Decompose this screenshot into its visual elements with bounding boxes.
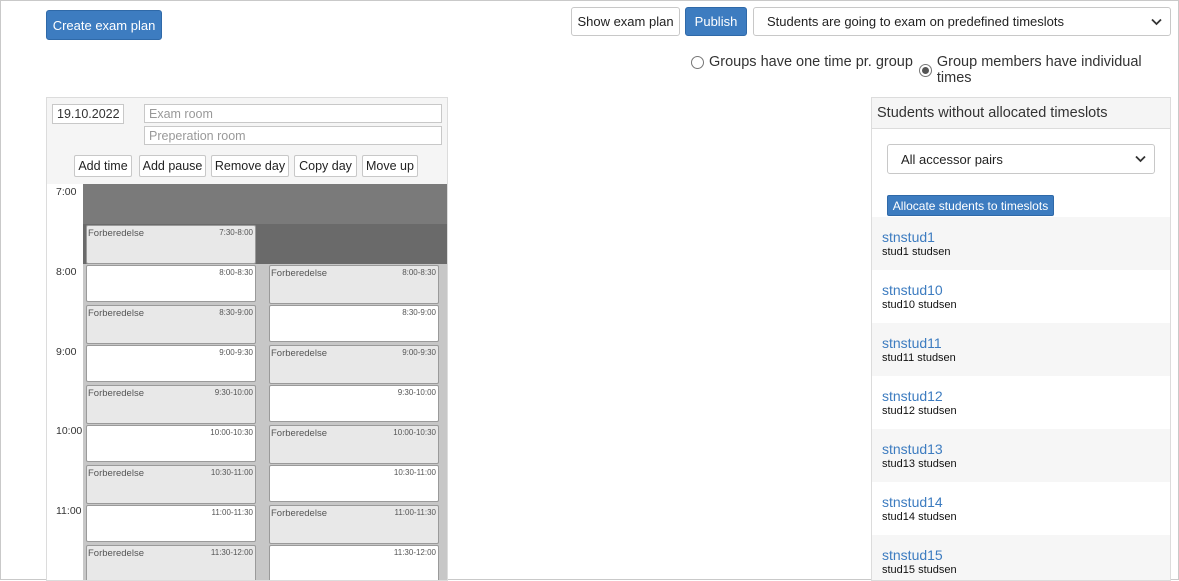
exam-room-input[interactable]: Exam room	[144, 104, 442, 123]
timeslot-preparation[interactable]: Forberedelse 10:30-11:00	[86, 465, 256, 504]
slot-time: 10:00-10:30	[210, 428, 253, 437]
exam-mode-select-value: Students are going to exam on predefined…	[767, 14, 1065, 29]
slot-time: 8:30-9:00	[219, 308, 253, 317]
slot-time: 9:30-10:00	[397, 388, 436, 397]
add-time-button[interactable]: Add time	[74, 155, 132, 177]
list-item[interactable]: stnstud10 stud10 studsen	[872, 270, 1170, 323]
slot-title: Forberedelse	[88, 308, 144, 319]
timeslot-preparation[interactable]: Forberedelse 11:30-12:00	[86, 545, 256, 580]
timeslot-exam[interactable]: 10:30-11:00	[269, 465, 439, 502]
hour-label: 9:00	[56, 346, 77, 358]
slot-title: Forberedelse	[88, 228, 144, 239]
student-username-link[interactable]: stnstud14	[882, 494, 943, 510]
hour-label: 8:00	[56, 266, 77, 278]
slot-title: Forberedelse	[271, 268, 327, 279]
slot-time: 9:30-10:00	[214, 388, 253, 397]
slot-time: 8:00-8:30	[402, 268, 436, 277]
slot-title: Forberedelse	[271, 348, 327, 359]
publish-button[interactable]: Publish	[685, 7, 747, 36]
student-username-link[interactable]: stnstud11	[882, 335, 942, 351]
list-item[interactable]: stnstud1 stud1 studsen	[872, 217, 1170, 270]
timeslot-preparation[interactable]: Forberedelse 9:30-10:00	[86, 385, 256, 424]
student-fullname: stud12 studsen	[882, 405, 957, 417]
slot-time: 10:30-11:00	[393, 468, 436, 477]
chevron-down-icon	[1135, 155, 1146, 163]
chevron-down-icon	[1151, 18, 1162, 25]
exam-day-panel: 19.10.2022 Exam room Preperation room Ad…	[46, 97, 448, 581]
unavailable-band	[83, 184, 447, 224]
timeslot-preparation[interactable]: Forberedelse 11:00-11:30	[269, 505, 439, 544]
move-up-button[interactable]: Move up	[362, 155, 418, 177]
timeslot-exam[interactable]: 8:30-9:00	[269, 305, 439, 342]
slot-time: 10:00-10:30	[393, 428, 436, 437]
slot-title: Forberedelse	[88, 468, 144, 479]
slot-time: 11:30-12:00	[210, 548, 253, 557]
student-fullname: stud10 studsen	[882, 299, 957, 311]
accessor-pair-select-value: All accessor pairs	[901, 151, 1003, 167]
timeslot-exam[interactable]: 9:30-10:00	[269, 385, 439, 422]
list-item[interactable]: stnstud14 stud14 studsen	[872, 482, 1170, 535]
hour-label: 7:00	[56, 186, 77, 198]
student-username-link[interactable]: stnstud12	[882, 388, 943, 404]
slot-time: 8:30-9:00	[402, 308, 436, 317]
slot-time: 11:00-11:30	[394, 508, 436, 517]
radio-groups-one-time[interactable]: Groups have one time pr. group	[691, 54, 913, 70]
timeslot-exam[interactable]: 11:00-11:30	[86, 505, 256, 542]
radio-label: Groups have one time pr. group	[709, 54, 913, 70]
slot-title: Forberedelse	[271, 428, 327, 439]
list-item[interactable]: stnstud12 stud12 studsen	[872, 376, 1170, 429]
slot-time: 10:30-11:00	[210, 468, 253, 477]
timeslot-preparation[interactable]: Forberedelse 7:30-8:00	[86, 225, 256, 264]
add-pause-button[interactable]: Add pause	[139, 155, 206, 177]
create-exam-plan-button[interactable]: Create exam plan	[46, 10, 162, 40]
hour-label: 11:00	[56, 505, 82, 517]
radio-checked-icon[interactable]	[919, 63, 932, 77]
date-field[interactable]: 19.10.2022	[52, 104, 124, 124]
slot-time: 8:00-8:30	[219, 268, 253, 277]
hour-label: 10:00	[56, 425, 83, 437]
preparation-room-input[interactable]: Preperation room	[144, 126, 442, 145]
timeslot-exam[interactable]: 10:00-10:30	[86, 425, 256, 462]
student-fullname: stud13 studsen	[882, 458, 957, 470]
slot-title: Forberedelse	[88, 388, 144, 399]
timeslot-preparation[interactable]: Forberedelse 8:00-8:30	[269, 265, 439, 304]
allocate-students-button[interactable]: Allocate students to timeslots	[887, 195, 1054, 216]
timeslot-exam[interactable]: 11:30-12:00	[269, 545, 439, 580]
list-item[interactable]: stnstud11 stud11 studsen	[872, 323, 1170, 376]
panel-title: Students without allocated timeslots	[872, 98, 1170, 129]
student-fullname: stud14 studsen	[882, 511, 957, 523]
student-fullname: stud11 studsen	[882, 352, 956, 364]
timeslot-exam[interactable]: 9:00-9:30	[86, 345, 256, 382]
student-fullname: stud15 studsen	[882, 564, 957, 576]
slot-time: 11:30-12:00	[393, 548, 436, 557]
timeslot-exam[interactable]: 8:00-8:30	[86, 265, 256, 302]
accessor-pair-select[interactable]: All accessor pairs	[887, 144, 1155, 174]
radio-individual-times[interactable]: Group members have individual times	[919, 54, 1178, 86]
student-username-link[interactable]: stnstud13	[882, 441, 943, 457]
student-username-link[interactable]: stnstud15	[882, 547, 943, 563]
radio-icon[interactable]	[691, 55, 704, 69]
timeslot-preparation[interactable]: Forberedelse 9:00-9:30	[269, 345, 439, 384]
exam-mode-select[interactable]: Students are going to exam on predefined…	[753, 7, 1171, 36]
student-fullname: stud1 studsen	[882, 246, 951, 258]
slot-time: 9:00-9:30	[219, 348, 253, 357]
student-username-link[interactable]: stnstud1	[882, 229, 935, 245]
timeslot-preparation[interactable]: Forberedelse 8:30-9:00	[86, 305, 256, 344]
slot-title: Forberedelse	[271, 508, 327, 519]
slot-time: 7:30-8:00	[219, 228, 253, 237]
slot-time: 11:00-11:30	[211, 508, 253, 517]
slot-title: Forberedelse	[88, 548, 144, 559]
list-item[interactable]: stnstud15 stud15 studsen	[872, 535, 1170, 580]
schedule-grid: 7:00 8:00 9:00 10:00 11:00 Forberedelse …	[47, 184, 447, 580]
student-username-link[interactable]: stnstud10	[882, 282, 943, 298]
copy-day-button[interactable]: Copy day	[294, 155, 357, 177]
radio-label: Group members have individual times	[936, 54, 1142, 86]
show-exam-plan-button[interactable]: Show exam plan	[571, 7, 680, 36]
timeslot-preparation[interactable]: Forberedelse 10:00-10:30	[269, 425, 439, 464]
list-item[interactable]: stnstud13 stud13 studsen	[872, 429, 1170, 482]
slot-time: 9:00-9:30	[402, 348, 436, 357]
unallocated-students-panel: Students without allocated timeslots All…	[871, 97, 1171, 581]
remove-day-button[interactable]: Remove day	[211, 155, 289, 177]
